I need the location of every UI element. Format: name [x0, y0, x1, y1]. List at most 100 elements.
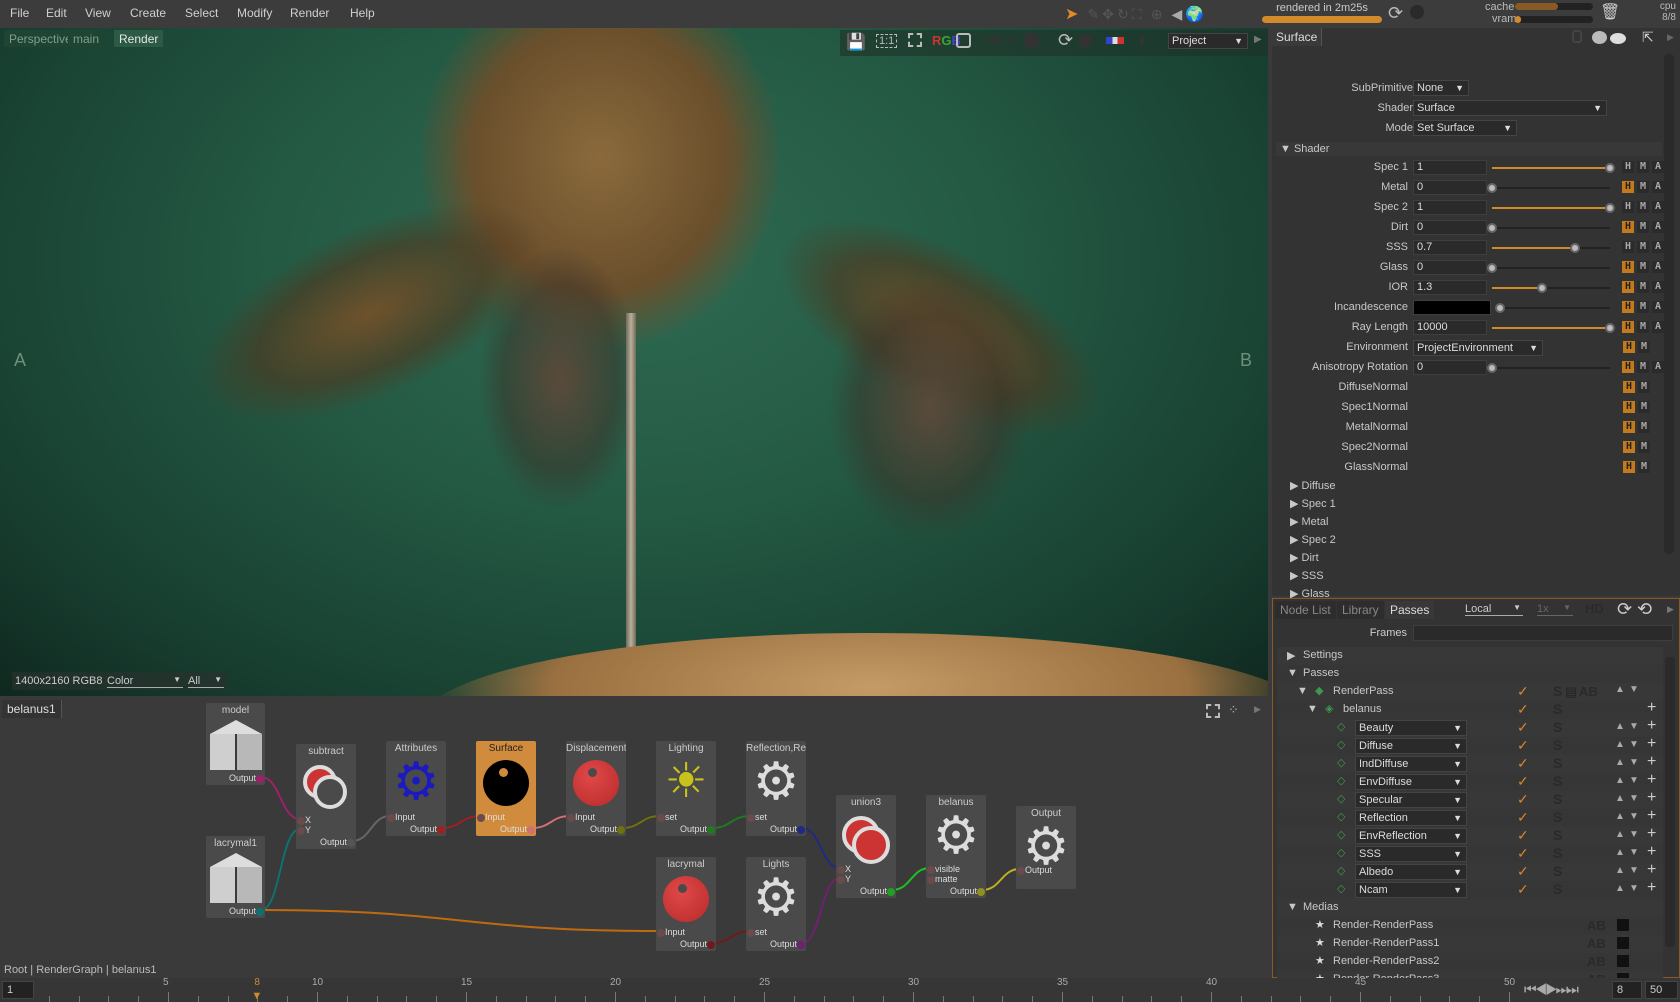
solo-icon[interactable]: S — [1553, 863, 1562, 879]
expand-right-icon[interactable]: ▶ — [1667, 32, 1674, 43]
sphere-preview-icon[interactable] — [1610, 33, 1626, 44]
section-sss[interactable]: ▶ SSS — [1290, 569, 1324, 582]
project-select[interactable]: Project ▼ — [1168, 33, 1248, 49]
add-icon[interactable]: + — [1647, 807, 1656, 825]
move-icon[interactable]: ✥ — [1102, 6, 1114, 22]
node-model[interactable]: model Output — [206, 703, 265, 785]
input-port-output[interactable]: Output — [1017, 865, 1052, 875]
add-icon[interactable]: + — [1647, 735, 1656, 753]
move-down-icon[interactable]: ▼ — [1629, 739, 1639, 750]
menu-help[interactable]: Help — [350, 6, 375, 20]
add-icon[interactable]: + — [1647, 861, 1656, 879]
metalnormal-m-toggle[interactable] — [1638, 421, 1650, 433]
multiplier-select[interactable]: 1x ▼ — [1537, 603, 1573, 616]
input-port-set[interactable]: set — [747, 927, 767, 937]
output-row[interactable]: ◇ Reflection ▼ ✓ S ▲ ▼ + — [1277, 807, 1663, 827]
render-viewport[interactable]: Perspective main Render 💾 1:1 RGB HD ϟ ⟳ ⬇… — [0, 28, 1268, 696]
section-spec-1[interactable]: ▶ Spec 1 — [1290, 497, 1336, 510]
spec2normal-m-toggle[interactable] — [1638, 441, 1650, 453]
slider-handle[interactable] — [1569, 243, 1580, 253]
move-up-icon[interactable]: ▲ — [1615, 739, 1625, 750]
slider-handle[interactable] — [1487, 223, 1497, 233]
spec-1-input[interactable]: 1 — [1413, 160, 1487, 175]
refresh-icon[interactable]: ⟳ — [1058, 30, 1073, 51]
move-down-icon[interactable]: ▼ — [1629, 721, 1639, 732]
anisotropy-rotation-m-toggle[interactable] — [1637, 361, 1649, 373]
stereo-glasses-icon[interactable] — [1106, 37, 1124, 44]
spec1normal-h-toggle[interactable] — [1623, 401, 1635, 413]
tab-passes[interactable]: Passes — [1385, 601, 1435, 619]
incandescence-color-swatch[interactable] — [1413, 300, 1491, 315]
move-up-icon[interactable]: ▲ — [1615, 775, 1625, 786]
slider-handle[interactable] — [1605, 203, 1615, 213]
add-icon[interactable]: + — [1647, 879, 1656, 897]
mode-select[interactable]: Set Surface ▼ — [1413, 120, 1517, 136]
node-attributes[interactable]: Attributes ⚙ Input Output — [386, 741, 446, 836]
metalnormal-h-toggle[interactable] — [1623, 421, 1635, 433]
move-down-icon[interactable]: ▼ — [1629, 865, 1639, 876]
media-thumbnail-icon[interactable] — [1617, 919, 1629, 931]
timeline[interactable]: 1 5 10 15 20 25 30 35 40 45 50 8 ▼ ⏮◀▶⏭⏭ 8 50 — [0, 977, 1680, 1002]
move-down-icon[interactable]: ▼ — [1629, 684, 1639, 695]
move-up-icon[interactable]: ▲ — [1615, 793, 1625, 804]
diffusenormal-h-toggle[interactable] — [1623, 381, 1635, 393]
scrollbar[interactable] — [1664, 54, 1674, 554]
incandescence-m-toggle[interactable] — [1637, 301, 1649, 313]
lightning-icon[interactable]: ϟ — [1008, 32, 1015, 48]
star-icon[interactable]: ★ — [1315, 954, 1325, 967]
spec-2-h-toggle[interactable] — [1622, 201, 1634, 213]
ray-length-a-toggle[interactable] — [1652, 321, 1664, 333]
node-graph[interactable]: belanus1 ⁘ ▶ model Output lacrymal1 Output s… — [0, 698, 1268, 976]
tab-render[interactable]: Render — [114, 30, 164, 47]
node-lacrymal[interactable]: lacrymal Input Output — [656, 857, 716, 951]
output-row[interactable]: ◇ Beauty ▼ ✓ S ▲ ▼ + — [1277, 717, 1663, 737]
diffusenormal-m-toggle[interactable] — [1638, 381, 1650, 393]
output-port[interactable]: Output — [590, 824, 625, 834]
add-icon[interactable]: + — [1647, 699, 1656, 717]
node-lights[interactable]: Lights ⚙ set Output — [746, 857, 806, 951]
dirt-slider[interactable] — [1487, 223, 1610, 233]
glass-slider[interactable] — [1487, 263, 1610, 273]
enabled-check-icon[interactable]: ✓ — [1517, 845, 1529, 862]
output-row[interactable]: ◇ EnvDiffuse ▼ ✓ S ▲ ▼ + — [1277, 771, 1663, 791]
add-icon[interactable]: + — [1647, 753, 1656, 771]
render-pass-row[interactable]: ▼ ◆ RenderPass ✓ S ▤ AB ▲ ▼ — [1277, 683, 1663, 701]
media-row[interactable]: ★ Render-RenderPass2 AB — [1277, 953, 1663, 971]
tab-perspective[interactable]: Perspective — [4, 30, 77, 47]
playhead-icon[interactable]: ▼ — [251, 990, 262, 1002]
media-thumbnail-icon[interactable] — [1617, 955, 1629, 967]
slider-handle[interactable] — [1495, 303, 1505, 313]
expand-right-icon[interactable]: ▶ — [1667, 604, 1674, 615]
move-up-icon[interactable]: ▲ — [1615, 811, 1625, 822]
section-shader[interactable]: ▼ Shader — [1276, 142, 1662, 156]
output-row[interactable]: ◇ Diffuse ▼ ✓ S ▲ ▼ + — [1277, 735, 1663, 755]
ior-slider[interactable] — [1492, 283, 1610, 293]
star-icon[interactable]: ★ — [1315, 936, 1325, 949]
solo-icon[interactable]: S — [1553, 827, 1562, 843]
sss-input[interactable]: 0.7 — [1413, 240, 1487, 255]
glass-h-toggle[interactable] — [1622, 261, 1634, 273]
media-row[interactable]: ★ Render-RenderPass1 AB — [1277, 935, 1663, 953]
section-diffuse[interactable]: ▶ Diffuse — [1290, 479, 1336, 492]
output-select[interactable]: Albedo ▼ — [1355, 864, 1467, 880]
popout-icon[interactable]: ⇱ — [1642, 29, 1654, 46]
input-port-y[interactable]: Y — [297, 825, 311, 835]
move-down-icon[interactable]: ▼ — [1629, 811, 1639, 822]
enabled-check-icon[interactable]: ✓ — [1517, 773, 1529, 790]
enabled-check-icon[interactable]: ✓ — [1517, 881, 1529, 898]
slider-handle[interactable] — [1536, 283, 1547, 293]
hd-icon[interactable]: HD — [985, 33, 1004, 48]
output-port[interactable]: Output — [950, 886, 985, 896]
channel-select[interactable]: Color ▼ — [107, 675, 183, 688]
frames-input[interactable] — [1413, 625, 1673, 641]
output-select[interactable]: Beauty ▼ — [1355, 720, 1467, 736]
output-select[interactable]: Reflection ▼ — [1355, 810, 1467, 826]
ior-h-toggle[interactable] — [1622, 281, 1634, 293]
enabled-check-icon[interactable]: ✓ — [1517, 809, 1529, 826]
snap-icon[interactable]: ⊕ — [1151, 6, 1163, 22]
input-port-input[interactable]: Input — [387, 812, 415, 822]
film-icon[interactable]: ▤ — [1565, 684, 1577, 700]
input-port-visible[interactable]: visible — [927, 864, 960, 874]
solo-icon[interactable]: S — [1553, 791, 1562, 807]
material-preview-icon[interactable] — [1592, 31, 1607, 44]
